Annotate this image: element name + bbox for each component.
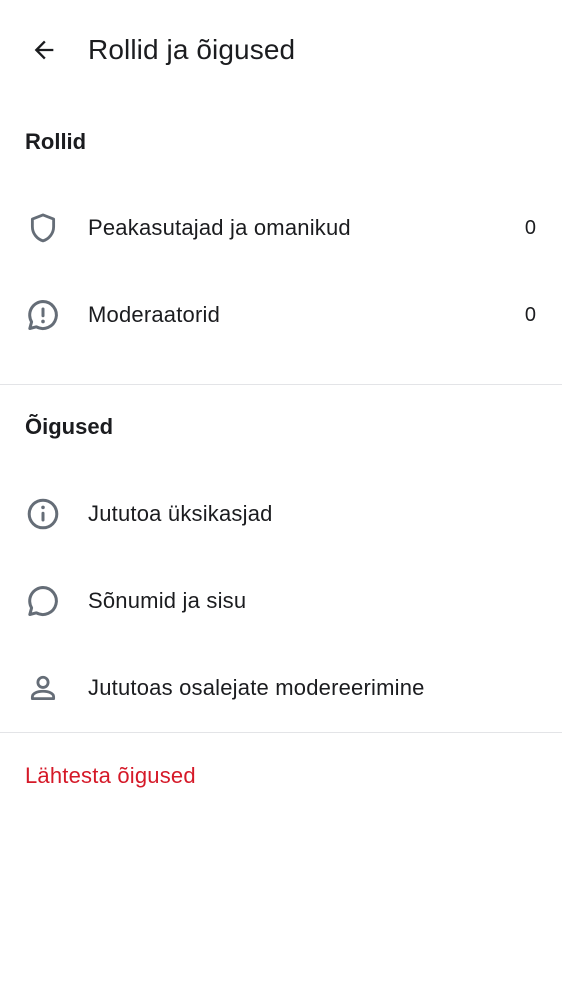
permissions-item-member-moderation[interactable]: Jututoas osalejate modereerimine [0,648,562,728]
section-divider [0,732,562,733]
section-divider [0,384,562,385]
shield-icon [24,209,62,247]
roles-item-count: 0 [524,303,536,326]
roles-section-title: Rollid [25,129,87,154]
permissions-item-label: Sõnumid ja sisu [88,588,247,613]
roles-item-moderators[interactable]: Moderaatorid 0 [0,275,562,355]
chat-bubble-icon [24,582,62,620]
roles-item-admins-and-owners[interactable]: Peakasutajad ja omanikud 0 [0,188,562,268]
permissions-item-room-details[interactable]: Jututoa üksikasjad [0,474,562,554]
chat-alert-icon [24,296,62,334]
back-button[interactable] [22,28,66,72]
reset-permissions-button[interactable]: Lähtesta õigused [25,761,196,791]
person-icon [24,669,62,707]
roles-item-label: Peakasutajad ja omanikud [88,215,351,240]
permissions-item-messages-and-content[interactable]: Sõnumid ja sisu [0,561,562,641]
roles-item-count: 0 [524,216,536,239]
page-title: Rollid ja õigused [88,34,296,65]
roles-item-label: Moderaatorid [88,302,221,327]
permissions-item-label: Jututoas osalejate modereerimine [88,675,425,700]
info-icon [24,495,62,533]
app-bar: Rollid ja õigused [0,0,562,100]
permissions-section-title: Õigused [25,414,114,439]
arrow-left-icon [30,36,58,64]
permissions-item-label: Jututoa üksikasjad [88,501,273,526]
